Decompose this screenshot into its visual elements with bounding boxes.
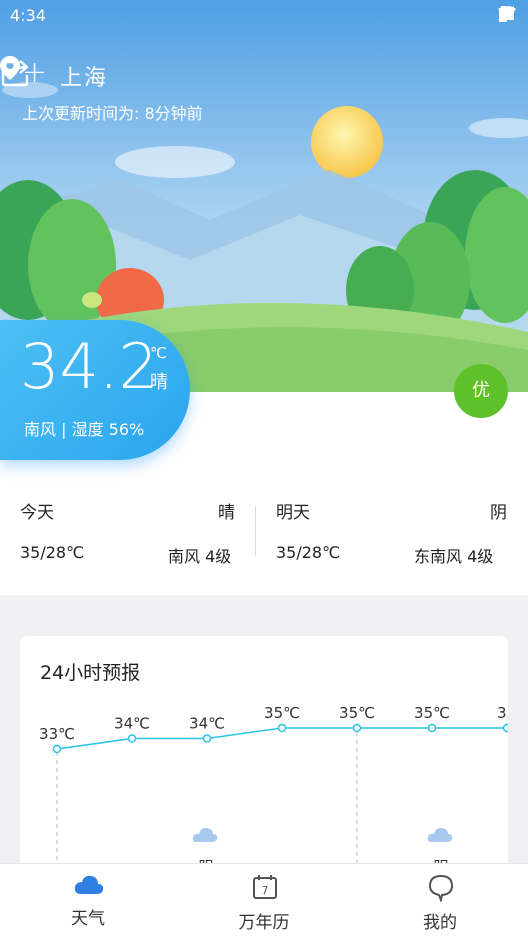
today-wind: 南风 4级 (168, 547, 232, 566)
status-bar: 4:34 (0, 0, 528, 32)
last-updated-text: 上次更新时间为: 8分钟前 (22, 104, 203, 123)
tomorrow-label: 明天 (276, 503, 310, 523)
temperature-label: 35℃ (414, 704, 450, 722)
wind-humidity: 南风 | 湿度 56% (24, 420, 145, 439)
share-icon[interactable] (0, 56, 32, 88)
calendar-icon: 7 (253, 875, 277, 899)
overcast-cloud-icon (427, 827, 453, 842)
tomorrow-temp-range: 35/28℃ (276, 543, 341, 562)
temperature-label: 35℃ (339, 704, 375, 722)
temperature-point (202, 734, 212, 743)
overcast-cloud-icon (192, 827, 218, 842)
temperature-unit: ℃ (150, 344, 167, 362)
location-bar: + 上海 (0, 56, 528, 96)
bottom-navigation: 天气 7 万年历 我的 (0, 863, 528, 940)
tomorrow-wind: 东南风 4级 (414, 547, 494, 566)
status-time: 4:34 (10, 6, 46, 25)
nav-calendar-label: 万年历 (238, 913, 290, 933)
nav-profile-label: 我的 (423, 913, 457, 933)
cloud-icon (74, 875, 104, 894)
temperature-label: 35℃ (264, 704, 300, 722)
temperature-point (502, 723, 508, 733)
current-temperature-card: 34.2 ℃ 晴 南风 | 湿度 56% (0, 320, 190, 460)
air-quality-badge[interactable]: 优 (454, 364, 508, 418)
current-condition: 晴 (150, 372, 168, 393)
today-temp-range: 35/28℃ (20, 543, 85, 562)
temperature-point (277, 723, 287, 733)
temperature-label: 33℃ (39, 725, 75, 743)
calendar-day-number: 7 (262, 884, 269, 897)
temperature-point (352, 723, 362, 733)
temperature-label: 34℃ (114, 715, 150, 733)
temperature-point (52, 744, 62, 754)
city-name[interactable]: 上海 (60, 60, 108, 92)
battery-icon (499, 6, 507, 22)
temperature-label: 35 (497, 704, 508, 722)
nav-calendar[interactable]: 7 万年历 (176, 864, 352, 940)
nav-profile[interactable]: 我的 (352, 864, 528, 940)
day-divider (255, 506, 256, 556)
today-label: 今天 (20, 503, 54, 523)
temperature-point (127, 734, 137, 743)
profile-icon (428, 874, 454, 902)
tomorrow-condition: 阴 (490, 503, 507, 523)
nav-weather[interactable]: 天气 (0, 864, 176, 940)
temperature-label: 34℃ (189, 715, 225, 733)
today-condition: 晴 (218, 503, 235, 523)
sun-icon (311, 106, 383, 178)
nav-weather-label: 天气 (71, 909, 105, 929)
temperature-point (427, 723, 437, 733)
current-temperature: 34.2 (20, 330, 159, 403)
